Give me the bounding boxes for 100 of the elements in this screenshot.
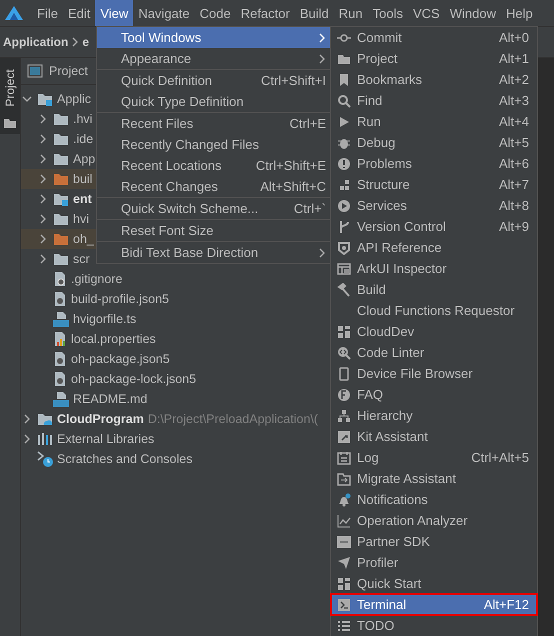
breadcrumb-item[interactable]: e: [82, 35, 90, 49]
folder-icon: [53, 172, 69, 186]
tree-item[interactable]: build-profile.json5: [71, 292, 169, 306]
menu-item[interactable]: API Reference: [331, 237, 537, 258]
menu-item[interactable]: FAQ: [331, 384, 537, 405]
menu-item[interactable]: Code: [194, 0, 236, 26]
menu-item[interactable]: VCS: [408, 0, 445, 26]
chevron-right-icon[interactable]: [39, 174, 47, 184]
menu-item[interactable]: Version Control Alt+9: [331, 216, 537, 237]
menu-item[interactable]: Refactor: [236, 0, 295, 26]
menu-item[interactable]: ArkUI Inspector: [331, 258, 537, 279]
bookmark-icon: [337, 72, 351, 86]
tree-item[interactable]: .gitignore: [71, 272, 122, 286]
chevron-right-icon[interactable]: [39, 214, 47, 224]
menu-item[interactable]: TODO: [331, 615, 537, 636]
menu-item[interactable]: Cloud Functions Requestor: [331, 300, 537, 321]
chevron-right-icon[interactable]: [39, 254, 47, 264]
folder-icon: [4, 118, 16, 128]
menu-item[interactable]: Recent Locations Ctrl+Shift+E: [97, 155, 334, 176]
play-icon: [337, 114, 351, 128]
menu-item[interactable]: Quick Switch Scheme... Ctrl+`: [97, 198, 334, 219]
menu-item[interactable]: Window: [444, 0, 501, 26]
tree-item[interactable]: scr: [73, 252, 90, 266]
menu-item[interactable]: Run: [334, 0, 368, 26]
menu-item[interactable]: Commit Alt+0: [331, 27, 537, 48]
chevron-right-icon[interactable]: [39, 154, 47, 164]
menu-item[interactable]: Recent Files Ctrl+E: [97, 113, 334, 134]
shortcut-text: Alt+3: [499, 93, 529, 108]
tree-item[interactable]: .ide: [73, 132, 94, 146]
menu-item[interactable]: Hierarchy: [331, 405, 537, 426]
menu-item[interactable]: Find Alt+3: [331, 90, 537, 111]
chevron-right-icon[interactable]: [23, 414, 31, 424]
menu-item[interactable]: CloudDev: [331, 321, 537, 342]
menu-item[interactable]: Build: [294, 0, 334, 26]
inspector-icon: [337, 262, 351, 276]
menu-item[interactable]: View: [95, 0, 134, 26]
menu-item[interactable]: Debug Alt+5: [331, 132, 537, 153]
list-icon: [337, 618, 351, 632]
tree-item[interactable]: README.md: [73, 392, 148, 406]
menu-item[interactable]: Build: [331, 279, 537, 300]
menu-item[interactable]: Run Alt+4: [331, 111, 537, 132]
menu-item[interactable]: Partner SDK: [331, 531, 537, 552]
menu-item[interactable]: Log Ctrl+Alt+5: [331, 447, 537, 468]
exclamation-icon: [337, 156, 351, 170]
chevron-right-icon: [71, 37, 80, 47]
menu-item[interactable]: Bidi Text Base Direction: [97, 242, 334, 263]
menu-item[interactable]: Reset Font Size: [97, 220, 334, 241]
menu-item[interactable]: Operation Analyzer: [331, 510, 537, 531]
tree-item[interactable]: local.properties: [71, 332, 156, 346]
tree-item[interactable]: buil: [73, 172, 92, 186]
shortcut-text: Ctrl+Shift+E: [256, 158, 326, 173]
menu-item[interactable]: Recently Changed Files: [97, 134, 334, 155]
menu-item[interactable]: Notifications: [331, 489, 537, 510]
tree-item[interactable]: Applic: [57, 92, 92, 106]
tree-item[interactable]: oh-package.json5: [71, 352, 170, 366]
menu-item[interactable]: Edit: [62, 0, 96, 26]
tree-item[interactable]: CloudProgram: [57, 412, 144, 426]
menu-item[interactable]: Kit Assistant: [331, 426, 537, 447]
menu-item[interactable]: Tools: [368, 0, 408, 26]
tree-item[interactable]: .hvi: [73, 112, 92, 126]
menu-item[interactable]: Help: [500, 0, 538, 26]
menu-item[interactable]: Profiler: [331, 552, 537, 573]
menu-item[interactable]: Quick Start: [331, 573, 537, 594]
breadcrumb-item[interactable]: Application: [3, 35, 68, 49]
menu-item[interactable]: Device File Browser: [331, 363, 537, 384]
menu-item[interactable]: Quick Definition Ctrl+Shift+I: [97, 70, 334, 91]
chevron-right-icon[interactable]: [39, 134, 47, 144]
tree-item[interactable]: oh_: [73, 232, 94, 246]
menu-item[interactable]: Services Alt+8: [331, 195, 537, 216]
menu-item[interactable]: File: [32, 0, 63, 26]
menu-item[interactable]: Recent Changes Alt+Shift+C: [97, 176, 334, 197]
chevron-down-icon[interactable]: [22, 95, 32, 103]
tree-item[interactable]: External Libraries: [57, 432, 154, 446]
tree-item[interactable]: oh-package-lock.json5: [71, 372, 196, 386]
faq-icon: [337, 388, 351, 402]
tree-item[interactable]: hvi: [73, 212, 89, 226]
shortcut-text: Alt+0: [499, 30, 529, 45]
chevron-right-icon[interactable]: [39, 234, 47, 244]
menu-item[interactable]: Structure Alt+7: [331, 174, 537, 195]
tree-item[interactable]: App: [73, 152, 96, 166]
api-icon: [337, 240, 351, 254]
chevron-right-icon[interactable]: [39, 194, 47, 204]
grid-icon: [337, 576, 351, 590]
folder-icon: [53, 252, 69, 266]
menu-item[interactable]: Project Alt+1: [331, 48, 537, 69]
chevron-right-icon[interactable]: [39, 114, 47, 124]
tree-item[interactable]: ent: [73, 192, 92, 206]
menu-item[interactable]: Appearance: [97, 48, 334, 69]
menu-item[interactable]: Migrate Assistant: [331, 468, 537, 489]
tree-item[interactable]: Scratches and Consoles: [57, 452, 192, 466]
menu-item[interactable]: Problems Alt+6: [331, 153, 537, 174]
tree-item[interactable]: hvigorfile.ts: [73, 312, 136, 326]
migrate-icon: [337, 472, 351, 486]
menu-item[interactable]: Navigate: [133, 0, 195, 26]
chevron-right-icon[interactable]: [23, 434, 31, 444]
menu-item[interactable]: Bookmarks Alt+2: [331, 69, 537, 90]
menu-item[interactable]: Terminal Alt+F12: [331, 594, 537, 615]
menu-item[interactable]: Code Linter: [331, 342, 537, 363]
menu-item[interactable]: Quick Type Definition: [97, 91, 334, 112]
tool-window-tab[interactable]: Project: [0, 58, 20, 134]
